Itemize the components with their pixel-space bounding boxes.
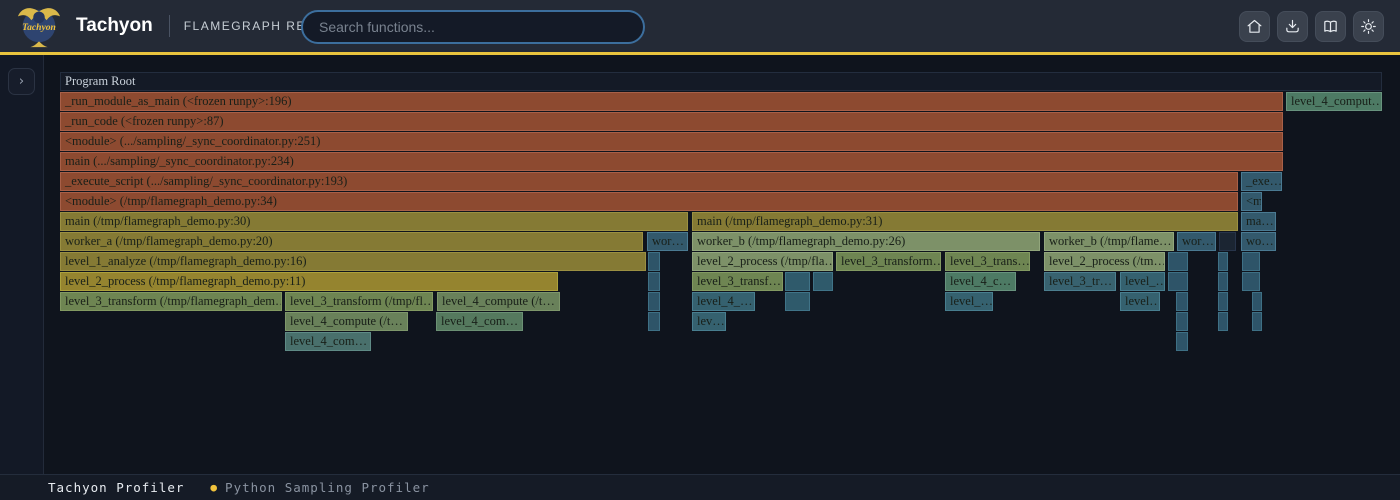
tachyon-logo: Tachyon bbox=[16, 3, 62, 49]
flame-frame[interactable]: level_3_transform… bbox=[836, 252, 941, 271]
flame-frame[interactable]: worker_b (/tmp/flame… bbox=[1044, 232, 1174, 251]
flame-frame[interactable]: wor… bbox=[647, 232, 688, 251]
status-dot-icon: ● bbox=[210, 481, 217, 494]
flame-frame-small[interactable] bbox=[1176, 292, 1188, 311]
flame-frame-small[interactable] bbox=[1176, 312, 1188, 331]
flame-frame-small[interactable] bbox=[1168, 272, 1188, 291]
status-app-name: Tachyon Profiler bbox=[48, 480, 184, 495]
flame-frame[interactable]: level_3_transform (/tmp/flamegraph_dem… bbox=[60, 292, 282, 311]
flame-frame[interactable]: level_3_trans… bbox=[945, 252, 1030, 271]
flame-frame[interactable]: ma… bbox=[1241, 212, 1276, 231]
chevron-right-icon: › bbox=[19, 74, 24, 89]
flame-frame[interactable]: <module> (/tmp/flamegraph_demo.py:34) bbox=[60, 192, 1238, 211]
svg-text:Tachyon: Tachyon bbox=[22, 22, 56, 33]
sidebar-gutter: › bbox=[0, 55, 44, 474]
flame-frame[interactable]: level_… bbox=[1120, 272, 1165, 291]
flame-frame[interactable]: lev… bbox=[692, 312, 726, 331]
header: Tachyon Tachyon FLAMEGRAPH REPORT bbox=[0, 0, 1400, 55]
flame-frame[interactable]: <module> (.../sampling/_sync_coordinator… bbox=[60, 132, 1283, 151]
header-actions bbox=[1239, 11, 1384, 42]
flame-frame-small[interactable] bbox=[1242, 252, 1260, 271]
flame-frame[interactable]: _run_code (<frozen runpy>:87) bbox=[60, 112, 1283, 131]
flamegraph: Program Root_run_module_as_main (<frozen… bbox=[0, 0, 1400, 500]
flame-frame-small[interactable] bbox=[1218, 252, 1228, 271]
flame-frame-small[interactable] bbox=[648, 272, 660, 291]
status-subtitle: Python Sampling Profiler bbox=[225, 480, 430, 495]
app-title: Tachyon bbox=[76, 15, 153, 37]
status-bar: Tachyon Profiler ● Python Sampling Profi… bbox=[0, 474, 1400, 500]
flame-frame[interactable]: level_1_analyze (/tmp/flamegraph_demo.py… bbox=[60, 252, 646, 271]
flame-frame[interactable]: level_4_… bbox=[692, 292, 755, 311]
flame-frame[interactable]: worker_b (/tmp/flamegraph_demo.py:26) bbox=[692, 232, 1040, 251]
flame-frame[interactable]: level_2_process (/tmp/fla… bbox=[692, 252, 833, 271]
flame-frame-small[interactable] bbox=[1168, 252, 1188, 271]
flame-frame-small[interactable] bbox=[1176, 332, 1188, 351]
flame-frame-small[interactable] bbox=[648, 252, 660, 271]
flame-frame[interactable]: Program Root bbox=[60, 72, 1382, 91]
flame-frame[interactable]: level_3_transform (/tmp/fl… bbox=[285, 292, 433, 311]
flame-frame-small[interactable] bbox=[1219, 232, 1236, 251]
flame-frame[interactable]: level_4_com… bbox=[285, 332, 371, 351]
download-button[interactable] bbox=[1277, 11, 1308, 42]
flame-frame[interactable]: worker_a (/tmp/flamegraph_demo.py:20) bbox=[60, 232, 643, 251]
flame-frame[interactable]: _execute_script (.../sampling/_sync_coor… bbox=[60, 172, 1238, 191]
flame-frame[interactable]: main (/tmp/flamegraph_demo.py:30) bbox=[60, 212, 688, 231]
flame-frame[interactable]: level_4_comput… bbox=[1286, 92, 1382, 111]
flame-frame[interactable]: _run_module_as_main (<frozen runpy>:196) bbox=[60, 92, 1283, 111]
flame-frame-small[interactable] bbox=[1242, 272, 1260, 291]
flame-frame[interactable]: wor… bbox=[1177, 232, 1216, 251]
sidebar-expand-button[interactable]: › bbox=[8, 68, 35, 95]
flame-frame[interactable]: <m… bbox=[1241, 192, 1262, 211]
flame-frame[interactable]: main (.../sampling/_sync_coordinator.py:… bbox=[60, 152, 1283, 171]
flame-frame[interactable]: level_4_compute (/t… bbox=[285, 312, 408, 331]
flame-frame[interactable]: level_2_process (/tm… bbox=[1044, 252, 1165, 271]
flame-frame-small[interactable] bbox=[1252, 312, 1262, 331]
flame-frame-small[interactable] bbox=[648, 292, 660, 311]
download-icon bbox=[1284, 18, 1301, 35]
flame-frame[interactable]: level_2_process (/tmp/flamegraph_demo.py… bbox=[60, 272, 558, 291]
flame-frame-small[interactable] bbox=[785, 272, 810, 291]
flame-frame[interactable]: level_3_tr… bbox=[1044, 272, 1116, 291]
flame-frame-small[interactable] bbox=[1218, 272, 1228, 291]
book-icon bbox=[1322, 18, 1339, 35]
flame-frame-small[interactable] bbox=[1252, 292, 1262, 311]
search-input[interactable] bbox=[301, 10, 645, 44]
flame-frame[interactable]: level_4_c… bbox=[945, 272, 1016, 291]
home-icon bbox=[1246, 18, 1263, 35]
flame-frame-small[interactable] bbox=[648, 312, 660, 331]
home-button[interactable] bbox=[1239, 11, 1270, 42]
flame-frame-small[interactable] bbox=[813, 272, 833, 291]
app-window: Program Root_run_module_as_main (<frozen… bbox=[0, 0, 1400, 500]
docs-button[interactable] bbox=[1315, 11, 1346, 42]
flame-frame[interactable]: _exe… bbox=[1241, 172, 1282, 191]
flame-frame-small[interactable] bbox=[1218, 312, 1228, 331]
brightness-icon bbox=[1360, 18, 1377, 35]
flame-frame[interactable]: level_4_compute (/t… bbox=[437, 292, 560, 311]
flame-frame[interactable]: main (/tmp/flamegraph_demo.py:31) bbox=[692, 212, 1238, 231]
flame-frame[interactable]: level_3_transf… bbox=[692, 272, 783, 291]
header-divider bbox=[169, 15, 170, 37]
flame-frame[interactable]: level_4_com… bbox=[436, 312, 523, 331]
flame-frame[interactable]: level… bbox=[1120, 292, 1160, 311]
flame-frame[interactable]: level_… bbox=[945, 292, 993, 311]
flame-frame-small[interactable] bbox=[785, 292, 810, 311]
flame-frame[interactable]: wo… bbox=[1241, 232, 1276, 251]
theme-toggle-button[interactable] bbox=[1353, 11, 1384, 42]
flame-frame-small[interactable] bbox=[1218, 292, 1228, 311]
